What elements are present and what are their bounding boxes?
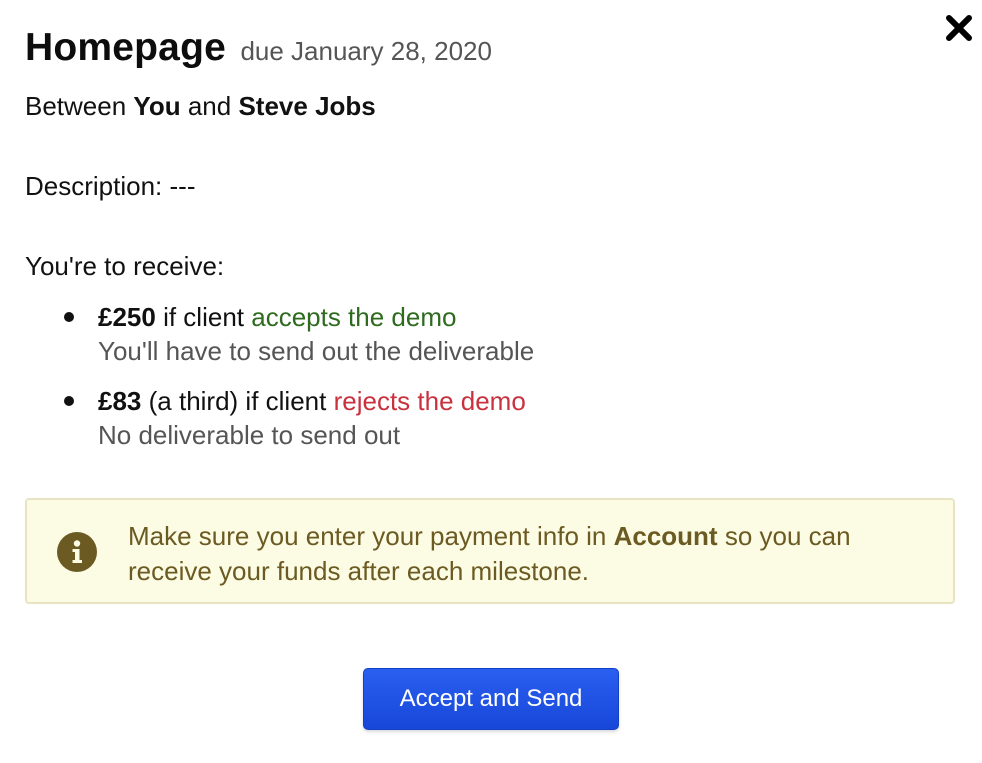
info-icon (57, 532, 97, 572)
close-button[interactable] (943, 12, 975, 44)
term-note: You'll have to send out the deliverable (98, 336, 535, 366)
page-title: Homepage (25, 26, 226, 69)
between-prefix: Between (25, 91, 127, 121)
party-a: You (133, 91, 181, 121)
term-amount: £250 (98, 302, 156, 332)
term-outcome: rejects the demo (333, 386, 526, 416)
notice-text-before: Make sure you enter your payment info in (128, 521, 607, 551)
notice-text: Make sure you enter your payment info in… (128, 519, 928, 589)
accept-and-send-button[interactable]: Accept and Send (363, 668, 619, 730)
term-amount: £83 (98, 386, 142, 416)
milestone-modal: Homepage due January 28, 2020 Between Yo… (0, 0, 982, 763)
receive-heading: You're to receive: (25, 251, 225, 281)
bullet-icon (64, 312, 74, 322)
term-outcome: accepts the demo (251, 302, 457, 332)
parties-line: Between You and Steve Jobs (25, 91, 376, 122)
title-row: Homepage due January 28, 2020 (25, 26, 492, 70)
description: Description: --- (25, 171, 196, 201)
payment-term-accept: £250 if client accepts the demo You'll h… (58, 300, 918, 368)
term-condition: (a third) if client (148, 386, 327, 416)
party-b: Steve Jobs (238, 91, 376, 121)
bullet-icon (64, 396, 74, 406)
term-note: No deliverable to send out (98, 420, 401, 450)
account-link[interactable]: Account (614, 521, 718, 551)
payment-term-reject: £83 (a third) if client rejects the demo… (58, 384, 918, 452)
term-line: £250 if client accepts the demo (98, 300, 918, 334)
payment-info-notice: Make sure you enter your payment info in… (25, 498, 955, 604)
payment-terms-list: £250 if client accepts the demo You'll h… (58, 300, 918, 468)
due-date: due January 28, 2020 (240, 36, 492, 66)
between-joiner: and (187, 91, 232, 121)
term-line: £83 (a third) if client rejects the demo (98, 384, 918, 418)
close-icon (946, 15, 972, 41)
term-condition: if client (163, 302, 244, 332)
